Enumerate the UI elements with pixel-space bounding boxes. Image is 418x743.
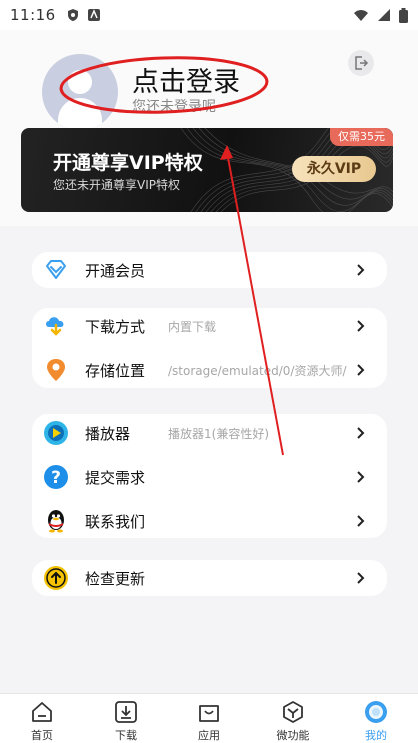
menu-item-value: 播放器1(兼容性好) — [168, 427, 269, 441]
cloud-download-icon — [46, 317, 64, 336]
logout-button[interactable] — [348, 50, 374, 76]
signal-icon — [378, 9, 390, 21]
vip-subtitle: 您还未开通尊享VIP特权 — [53, 178, 180, 192]
nav-label: 下载 — [115, 729, 137, 742]
svg-text:?: ? — [51, 468, 61, 488]
menu-item-label: 下载方式 — [85, 318, 146, 336]
menu-item-storage[interactable]: 存储位置 /storage/emulated/0/资源大师/ — [32, 352, 387, 388]
chevron-right-icon — [357, 515, 365, 527]
menu-item-label: 开通会员 — [85, 262, 146, 280]
nav-label: 微功能 — [276, 729, 310, 742]
avatar-body-shape — [58, 98, 102, 130]
chevron-right-icon — [357, 264, 365, 276]
bottom-nav: 首页 下载 应用 微功能 我的 — [0, 693, 418, 743]
login-subtitle: 您还未登录呢 — [132, 99, 216, 115]
update-arrow-icon — [44, 566, 68, 590]
menu-group-member: 开通会员 — [32, 252, 387, 288]
menu-item-label: 检查更新 — [85, 570, 146, 588]
profile-circle-icon — [365, 701, 387, 723]
vip-permanent-button[interactable]: 永久VIP — [292, 156, 376, 182]
nav-apps[interactable]: 应用 — [179, 699, 239, 743]
nav-tools[interactable]: 微功能 — [263, 699, 323, 743]
qq-penguin-icon — [48, 510, 64, 533]
home-icon — [32, 702, 52, 722]
chevron-right-icon — [357, 572, 365, 584]
menu-group-general: 播放器 播放器1(兼容性好) ? 提交需求 联系我们 — [32, 414, 387, 538]
chevron-right-icon — [357, 320, 365, 332]
logout-icon — [355, 56, 369, 70]
battery-icon — [399, 7, 408, 23]
play-circle-icon — [44, 421, 68, 445]
menu-item-value: /storage/emulated/0/资源大师/ — [168, 364, 347, 378]
download-icon — [115, 701, 137, 723]
menu-item-label: 存储位置 — [85, 362, 146, 380]
nav-download[interactable]: 下载 — [96, 699, 156, 743]
nav-home[interactable]: 首页 — [12, 699, 72, 743]
shopping-bag-icon — [199, 705, 219, 722]
nav-label: 我的 — [365, 729, 387, 742]
cube-icon — [283, 701, 303, 723]
nav-label: 首页 — [31, 729, 53, 742]
diamond-icon — [46, 260, 66, 279]
menu-item-label: 提交需求 — [85, 469, 146, 487]
question-circle-icon: ? — [44, 465, 68, 489]
chevron-right-icon — [357, 427, 365, 439]
avatar-head-shape — [68, 70, 92, 94]
menu-group-download: 下载方式 内置下载 存储位置 /storage/emulated/0/资源大师/ — [32, 308, 387, 388]
menu-item-member[interactable]: 开通会员 — [32, 252, 387, 288]
wifi-icon — [354, 10, 368, 21]
menu-item-download-method[interactable]: 下载方式 内置下载 — [32, 308, 387, 344]
menu-item-label: 联系我们 — [85, 513, 146, 531]
avatar[interactable] — [42, 54, 118, 130]
menu-item-player[interactable]: 播放器 播放器1(兼容性好) — [32, 415, 387, 451]
menu-group-update: 检查更新 — [32, 560, 387, 596]
vip-banner[interactable]: 开通尊享VIP特权 您还未开通尊享VIP特权 仅需35元 永久VIP — [21, 128, 393, 212]
chevron-right-icon — [357, 471, 365, 483]
vip-title: 开通尊享VIP特权 — [53, 152, 203, 174]
status-bar: 11:16 — [0, 0, 418, 30]
menu-item-contact[interactable]: 联系我们 — [32, 503, 387, 539]
vip-price-badge: 仅需35元 — [330, 128, 393, 146]
menu-item-value: 内置下载 — [168, 320, 217, 334]
login-title[interactable]: 点击登录 — [132, 60, 240, 99]
menu-item-check-update[interactable]: 检查更新 — [32, 560, 387, 596]
nav-label: 应用 — [198, 729, 220, 742]
status-time: 11:16 — [10, 6, 56, 24]
menu-item-feedback[interactable]: ? 提交需求 — [32, 459, 387, 495]
app-status-icon — [87, 9, 100, 21]
menu-item-label: 播放器 — [85, 425, 131, 443]
chevron-right-icon — [357, 364, 365, 376]
location-pin-icon — [47, 359, 65, 381]
shield-status-icon — [67, 9, 78, 21]
nav-mine[interactable]: 我的 — [346, 699, 406, 743]
